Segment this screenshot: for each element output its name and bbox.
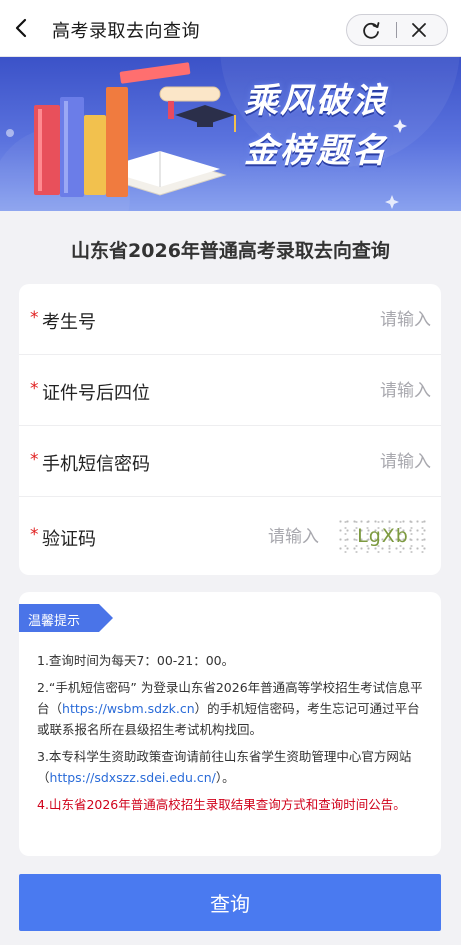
header-banner: 乘风破浪 金榜题名	[0, 57, 461, 211]
id-last4-input[interactable]	[249, 377, 433, 405]
captcha-image[interactable]: LgXb	[337, 517, 429, 555]
close-button[interactable]	[399, 15, 447, 45]
form-heading: 山东省2026年普通高考录取去向查询	[71, 240, 390, 262]
notice-item-3: 3.本专科学生资助政策查询请前往山东省学生资助管理中心官方网站（https://…	[37, 746, 427, 788]
form-row-exam-number: * 考生号	[19, 284, 441, 355]
required-mark: *	[30, 308, 39, 328]
mini-program-capsule	[346, 14, 448, 46]
form-row-captcha: * 验证码 LgXb	[19, 497, 441, 575]
capsule-divider	[396, 22, 397, 38]
notice-item-1-text: 1.查询时间为每天7：00-21：00。	[37, 653, 235, 668]
form-row-sms-password: * 手机短信密码	[19, 426, 441, 497]
notice-body: 1.查询时间为每天7：00-21：00。 2.“手机短信密码” 为登录山东省20…	[37, 650, 427, 821]
slogan-line-1: 乘风破浪	[244, 81, 388, 121]
query-button[interactable]: 查询	[19, 874, 441, 931]
banner-slogan: 乘风破浪 金榜题名	[0, 57, 461, 211]
notice-tag-label: 温馨提示	[28, 614, 81, 629]
notice-tag: 温馨提示	[19, 604, 113, 632]
captcha-input[interactable]	[209, 523, 321, 551]
student-aid-site-link[interactable]: https://sdxszz.sdei.edu.cn/	[50, 770, 216, 785]
chevron-left-icon	[15, 18, 27, 38]
notice-item-1: 1.查询时间为每天7：00-21：00。	[37, 650, 427, 671]
required-mark: *	[30, 450, 39, 470]
slogan-line-2: 金榜题名	[244, 131, 388, 171]
refresh-icon	[363, 22, 380, 39]
required-mark: *	[30, 379, 39, 399]
captcha-text: LgXb	[357, 525, 409, 547]
exam-number-input[interactable]	[249, 306, 433, 334]
admission-announcement-link[interactable]: 山东省2026年普通高校招生录取结果查询方式和查询时间公告。	[49, 797, 406, 812]
field-label: 证件号后四位	[42, 383, 150, 404]
close-icon	[412, 23, 426, 37]
page-title: 高考录取去向查询	[52, 21, 200, 42]
field-label: 考生号	[42, 312, 96, 333]
notice-item-3-text-end: ）。	[215, 770, 235, 785]
back-button[interactable]	[10, 14, 34, 42]
form-row-id-last4: * 证件号后四位	[19, 355, 441, 426]
query-form: * 考生号 * 证件号后四位 * 手机短信密码 * 验证码 LgXb	[19, 284, 441, 575]
sdzk-platform-link[interactable]: https://wsbm.sdzk.cn	[62, 701, 195, 716]
required-mark: *	[30, 525, 39, 545]
refresh-button[interactable]	[347, 15, 395, 45]
top-navigation-bar: 高考录取去向查询	[0, 0, 461, 57]
notice-card: 温馨提示 1.查询时间为每天7：00-21：00。 2.“手机短信密码” 为登录…	[19, 592, 441, 856]
field-label: 手机短信密码	[42, 454, 150, 475]
notice-item-4: 4.山东省2026年普通高校招生录取结果查询方式和查询时间公告。	[37, 794, 427, 815]
field-label: 验证码	[42, 529, 96, 550]
notice-item-2: 2.“手机短信密码” 为登录山东省2026年普通高等学校招生考试信息平台（htt…	[37, 677, 427, 740]
sms-password-input[interactable]	[249, 448, 433, 476]
notice-item-4-number: 4.	[37, 797, 49, 812]
